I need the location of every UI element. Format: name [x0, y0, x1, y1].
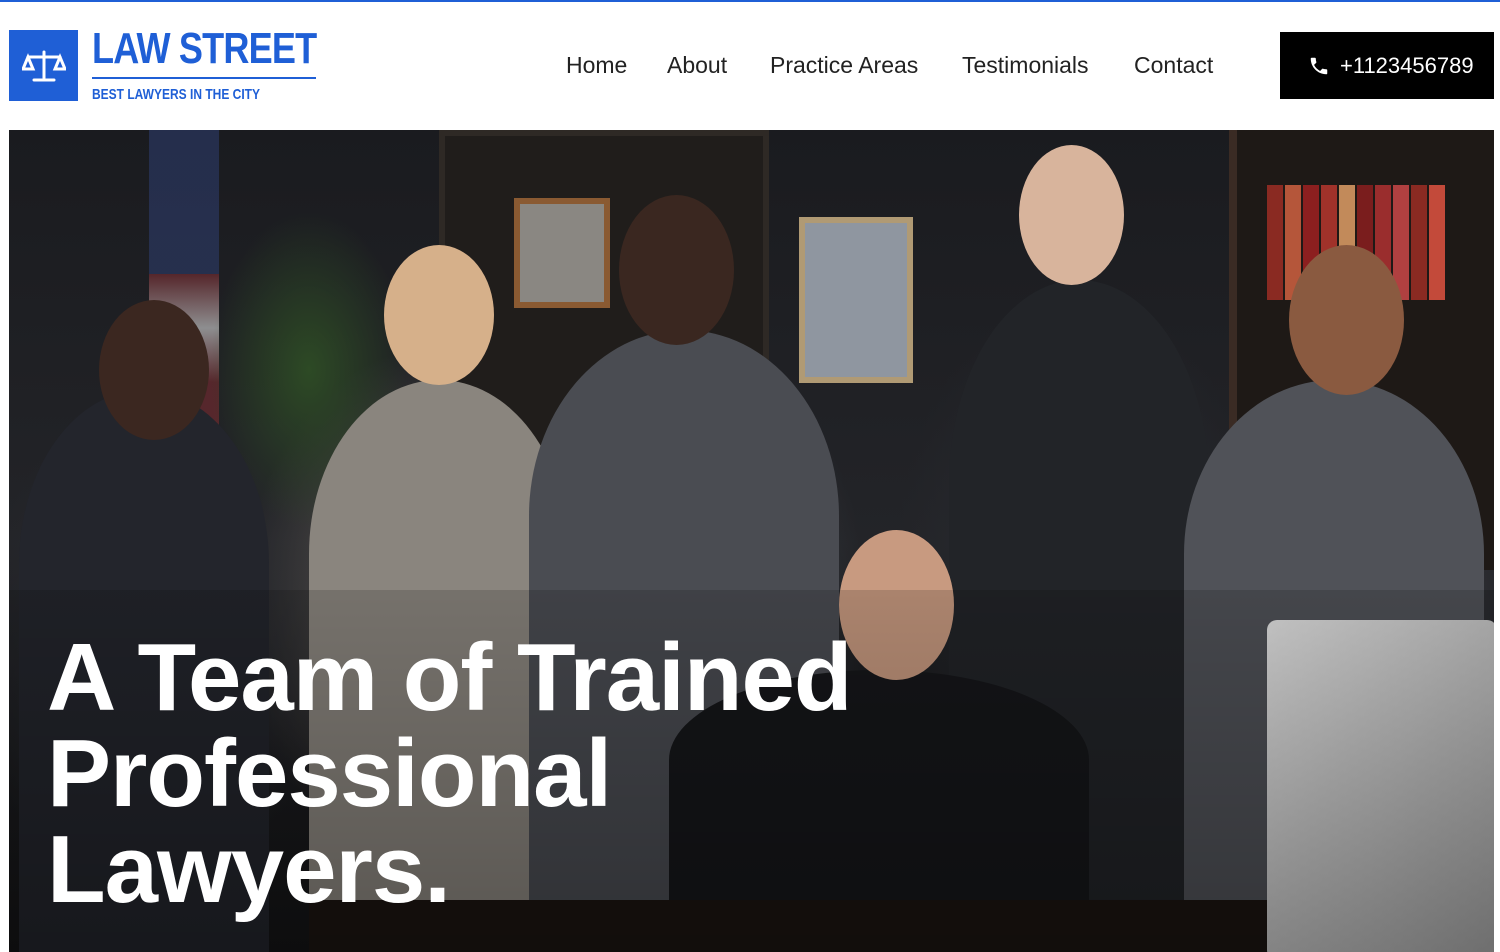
phone-button[interactable]: +1123456789 — [1280, 32, 1494, 99]
logo-icon[interactable] — [9, 30, 78, 101]
hero-headline-line-1: A Team of Trained — [47, 624, 852, 731]
phone-number: +1123456789 — [1340, 52, 1474, 78]
phone-icon — [1308, 55, 1330, 77]
hero-headline-line-2: Professional — [47, 720, 612, 827]
nav-item-contact[interactable]: Contact — [1134, 52, 1213, 79]
nav-item-about[interactable]: About — [667, 52, 727, 79]
brand-name[interactable]: LAW STREET — [92, 24, 317, 74]
site-header: LAW STREET BEST LAWYERS IN THE CITY Home… — [0, 2, 1500, 130]
portrait-frame-1 — [514, 198, 610, 308]
hero-section: A Team of Trained Professional Lawyers. — [9, 130, 1494, 952]
brand-divider — [92, 77, 316, 79]
hero-headline: A Team of Trained Professional Lawyers. — [47, 630, 907, 918]
nav-item-home[interactable]: Home — [566, 52, 627, 79]
portrait-frame-2 — [799, 217, 913, 383]
nav-item-practice-areas[interactable]: Practice Areas — [770, 52, 918, 79]
brand-tagline: BEST LAWYERS IN THE CITY — [92, 86, 261, 103]
hero-headline-line-3: Lawyers. — [47, 816, 451, 923]
nav-item-testimonials[interactable]: Testimonials — [962, 52, 1089, 79]
scales-of-justice-icon — [21, 50, 66, 81]
